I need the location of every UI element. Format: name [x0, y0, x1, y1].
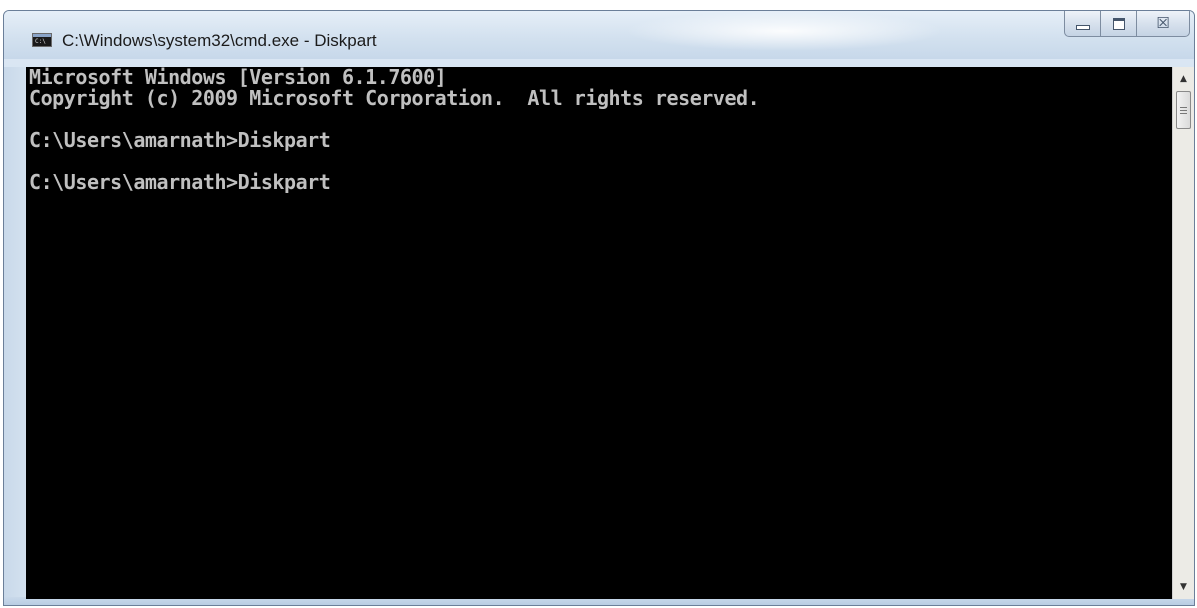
console-line: C:\Users\amarnath>Diskpart	[29, 170, 331, 194]
command-prompt-icon-text: C:\	[35, 38, 46, 45]
command-prompt-icon[interactable]: C:\	[32, 33, 52, 47]
minimize-button[interactable]	[1064, 11, 1100, 37]
window-left-frame	[4, 67, 26, 605]
cmd-window: C:\ C:\Windows\system32\cmd.exe - Diskpa…	[3, 10, 1195, 606]
close-icon: ☒	[1156, 14, 1170, 32]
console-line: Microsoft Windows [Version 6.1.7600]	[29, 67, 447, 89]
scrollbar-thumb[interactable]	[1176, 91, 1191, 129]
title-bar[interactable]: C:\ C:\Windows\system32\cmd.exe - Diskpa…	[4, 11, 1194, 59]
grip-icon	[1180, 106, 1187, 114]
console-line: C:\Users\amarnath>Diskpart	[29, 128, 331, 152]
command-prompt-icon-bar	[33, 34, 51, 37]
window-title: C:\Windows\system32\cmd.exe - Diskpart	[62, 31, 377, 50]
console-line: Copyright (c) 2009 Microsoft Corporation…	[29, 86, 760, 110]
scroll-up-button[interactable]: ▲	[1173, 69, 1194, 89]
maximize-icon	[1112, 17, 1125, 30]
vertical-scrollbar[interactable]: ▲ ▼	[1172, 67, 1194, 599]
window-controls: ☒	[1064, 11, 1190, 37]
maximize-button[interactable]	[1100, 11, 1136, 37]
arrow-up-icon: ▲	[1180, 74, 1187, 84]
title-bar-glow	[624, 11, 944, 51]
close-button[interactable]: ☒	[1136, 11, 1190, 37]
minimize-icon	[1075, 25, 1090, 30]
console-output[interactable]: Microsoft Windows [Version 6.1.7600] Cop…	[26, 67, 1172, 599]
arrow-down-icon: ▼	[1180, 582, 1187, 592]
scroll-down-button[interactable]: ▼	[1173, 577, 1194, 597]
